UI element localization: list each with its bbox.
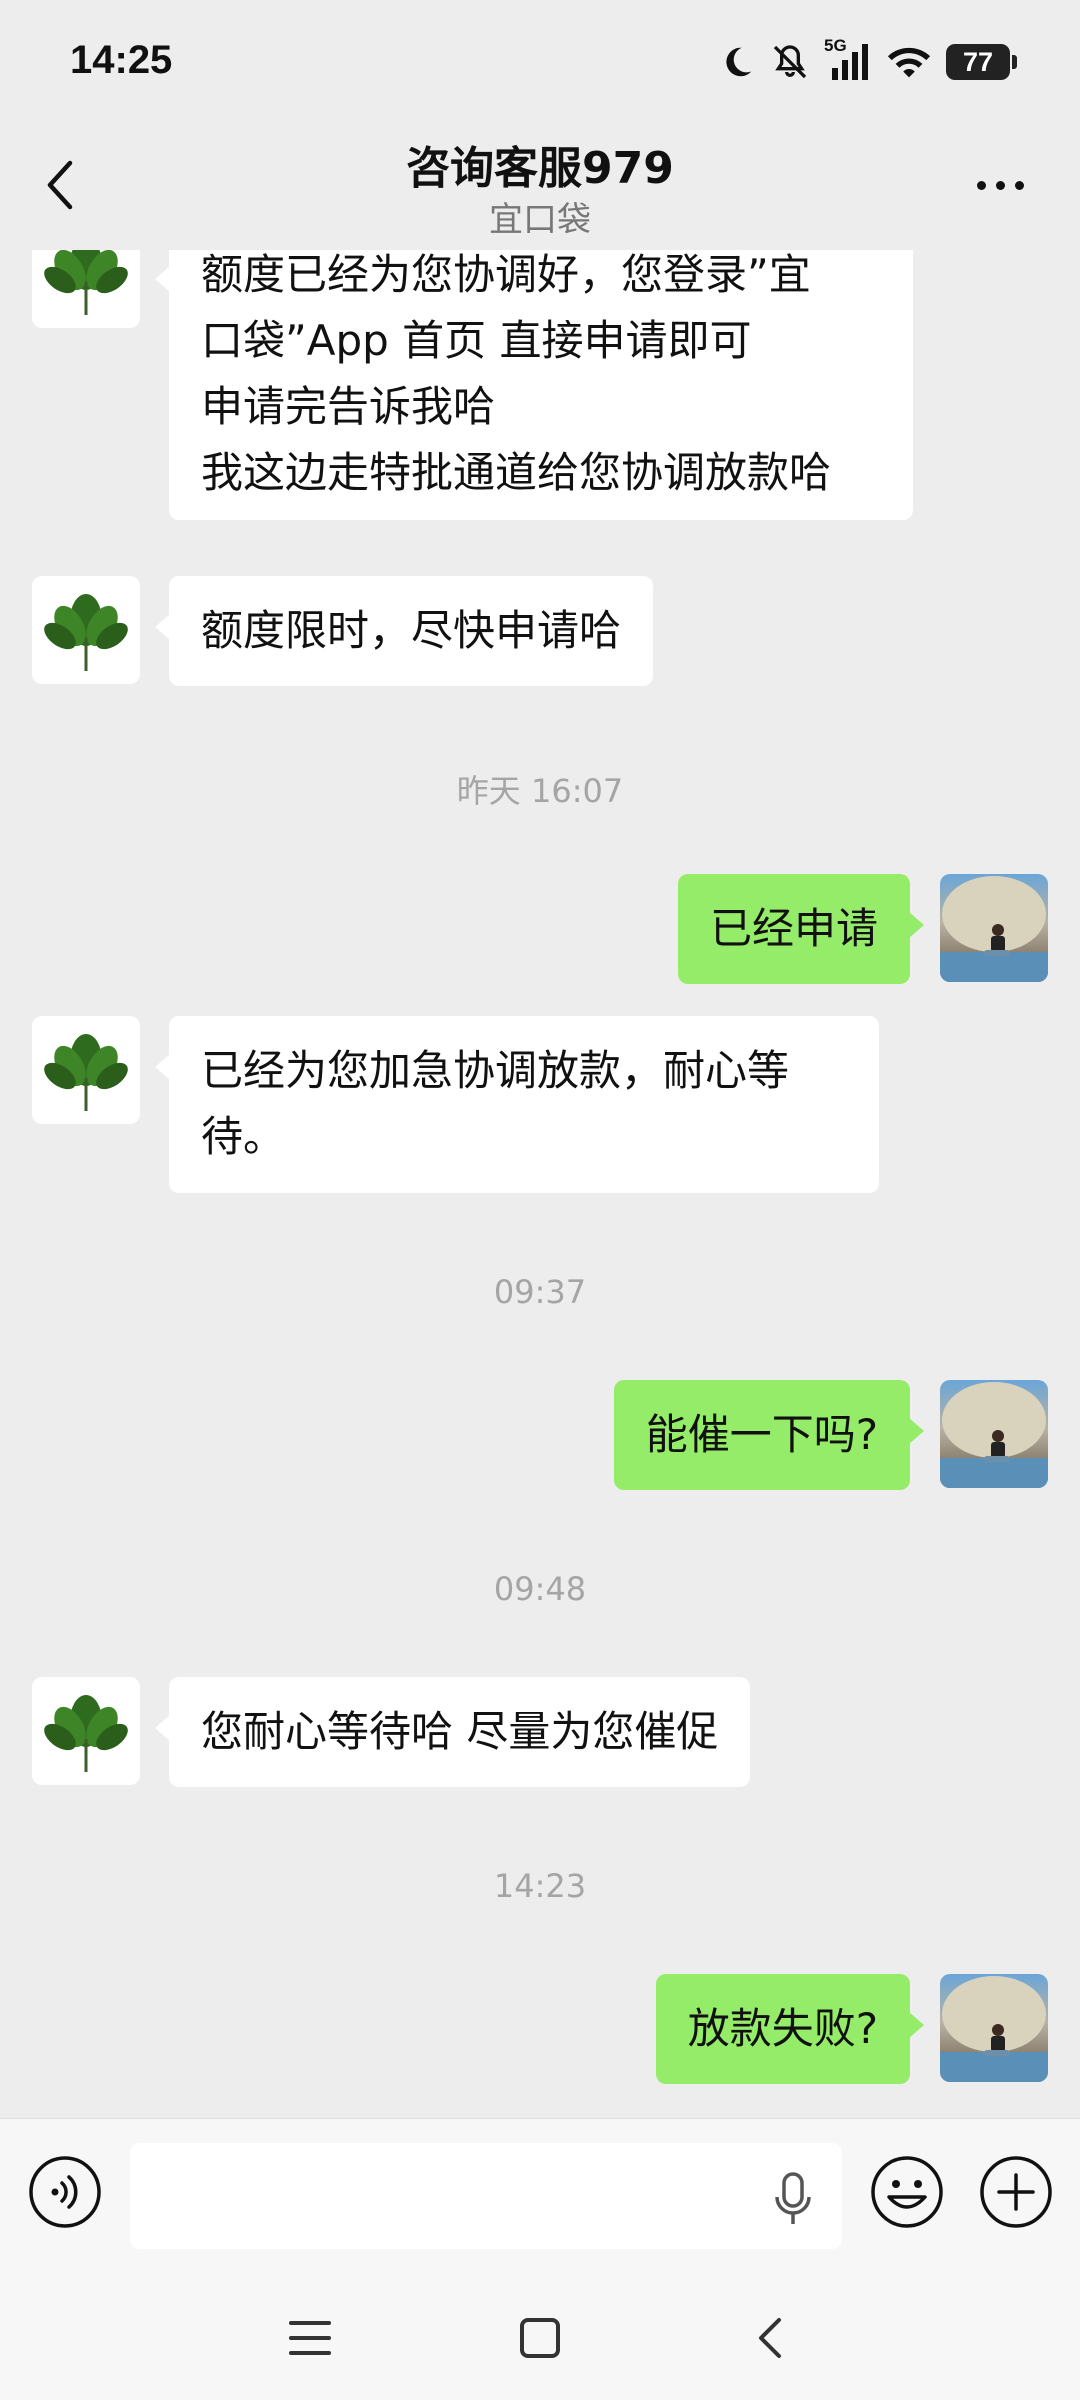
message-timestamp: 昨天 16:07 bbox=[456, 772, 624, 810]
message-text: 口袋”App 首页 直接申请即可 bbox=[201, 316, 752, 365]
message-timestamp: 14:23 bbox=[493, 1867, 587, 1905]
battery-level: 77 bbox=[962, 46, 994, 77]
more-functions-button[interactable] bbox=[979, 2155, 1053, 2229]
plus-icon bbox=[980, 2156, 1052, 2228]
emoji-button[interactable] bbox=[870, 2155, 944, 2229]
back-chevron-icon bbox=[759, 2318, 781, 2358]
message-timestamp: 09:48 bbox=[493, 1570, 587, 1608]
person-photo-icon bbox=[940, 1976, 1048, 2082]
message-text: 申请完告诉我哈 bbox=[201, 382, 496, 431]
recent-apps-button[interactable] bbox=[270, 2303, 350, 2373]
user-avatar[interactable] bbox=[940, 1974, 1048, 2082]
voice-button[interactable] bbox=[28, 2155, 102, 2229]
network-label: 5G bbox=[824, 36, 847, 55]
microphone-button[interactable] bbox=[772, 2171, 814, 2227]
input-bar bbox=[0, 2118, 1080, 2273]
agent-avatar[interactable] bbox=[32, 1016, 140, 1124]
status-icons: 5G 77 bbox=[718, 36, 1017, 86]
message-input[interactable] bbox=[130, 2143, 842, 2249]
user-avatar[interactable] bbox=[940, 1380, 1048, 1488]
agent-avatar[interactable] bbox=[32, 1677, 140, 1785]
signal-5g-icon: 5G bbox=[824, 36, 872, 82]
voice-icon bbox=[29, 2156, 101, 2228]
leaf-icon bbox=[44, 1695, 128, 1772]
battery-icon: 77 bbox=[946, 44, 1017, 80]
leaf-icon bbox=[44, 1034, 128, 1111]
message-text: 您耐心等待哈 尽量为您催促 bbox=[201, 1707, 719, 1756]
chat-subtitle: 宜口袋 bbox=[489, 200, 591, 240]
more-options-button[interactable] bbox=[960, 160, 1040, 210]
status-time: 14:25 bbox=[70, 38, 173, 82]
menu-icon bbox=[289, 2321, 331, 2355]
message-bubble-outgoing[interactable]: 放款失败? bbox=[655, 1974, 925, 2084]
message-bubble-incoming[interactable]: 额度限时，尽快申请哈 bbox=[154, 576, 654, 686]
wifi-icon bbox=[886, 42, 932, 82]
chat-title: 咨询客服979 bbox=[406, 143, 674, 194]
mute-bell-icon bbox=[770, 42, 810, 82]
status-bar: 14:25 5G 77 bbox=[0, 0, 1080, 120]
message-text: 已经申请 bbox=[709, 904, 878, 953]
message-text: 已经为您加急协调放款，耐心等 bbox=[201, 1046, 790, 1095]
message-text: 额度限时，尽快申请哈 bbox=[201, 606, 622, 655]
message-text: 放款失败? bbox=[687, 2004, 878, 2053]
system-back-button[interactable] bbox=[730, 2303, 810, 2373]
chat-header: 咨询客服979 宜口袋 bbox=[0, 120, 1080, 250]
message-list[interactable]: 额度已经为您协调好，您登录”宜 口袋”App 首页 直接申请即可 申请完告诉我哈… bbox=[0, 250, 1080, 2118]
system-nav-bar bbox=[0, 2273, 1080, 2400]
message-bubble-incoming[interactable]: 额度已经为您协调好，您登录”宜 口袋”App 首页 直接申请即可 申请完告诉我哈… bbox=[155, 250, 913, 520]
home-button[interactable] bbox=[500, 2303, 580, 2373]
person-photo-icon bbox=[940, 876, 1048, 982]
message-text: 我这边走特批通道给您协调放款哈 bbox=[201, 448, 832, 497]
message-bubble-outgoing[interactable]: 能催一下吗? bbox=[613, 1380, 925, 1490]
leaf-icon bbox=[44, 594, 128, 671]
agent-avatar[interactable] bbox=[32, 576, 140, 684]
emoji-icon bbox=[871, 2156, 943, 2228]
message-bubble-incoming[interactable]: 已经为您加急协调放款，耐心等 待。 bbox=[155, 1016, 879, 1193]
microphone-icon bbox=[775, 2172, 811, 2224]
more-dots-icon bbox=[976, 180, 986, 190]
message-bubble-incoming[interactable]: 您耐心等待哈 尽量为您催促 bbox=[154, 1677, 751, 1787]
message-timestamp: 09:37 bbox=[493, 1273, 587, 1311]
home-square-icon bbox=[520, 2318, 560, 2358]
moon-icon bbox=[718, 43, 756, 81]
chat-screen: 14:25 5G 77 咨询客服979 宜口袋 额度已经为您协调好，您登录”宜 … bbox=[0, 0, 1080, 2400]
message-text: 额度已经为您协调好，您登录”宜 bbox=[201, 250, 811, 299]
leaf-icon bbox=[44, 250, 128, 315]
agent-avatar[interactable] bbox=[32, 250, 140, 328]
person-photo-icon bbox=[940, 1382, 1048, 1488]
user-avatar[interactable] bbox=[940, 874, 1048, 982]
message-text: 待。 bbox=[201, 1112, 286, 1161]
message-bubble-outgoing[interactable]: 已经申请 bbox=[677, 874, 925, 984]
message-text: 能催一下吗? bbox=[645, 1410, 878, 1459]
